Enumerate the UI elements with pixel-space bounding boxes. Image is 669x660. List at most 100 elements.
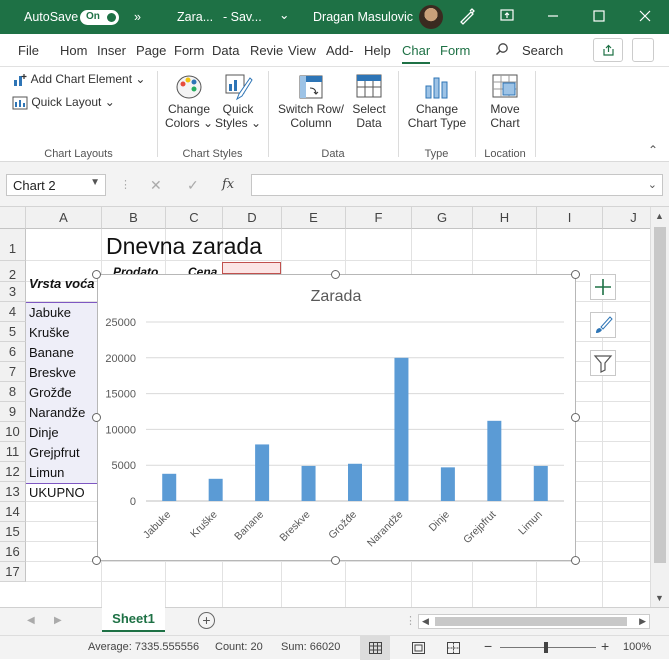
tab-data[interactable]: Data — [212, 43, 239, 58]
close-icon[interactable] — [635, 7, 655, 27]
expand-formula-icon[interactable]: ⌄ — [648, 178, 657, 191]
resize-handle[interactable] — [92, 413, 101, 422]
next-sheet-icon[interactable]: ▶ — [54, 615, 62, 626]
cell-a8[interactable]: Narandže — [29, 405, 85, 420]
resize-handle[interactable] — [571, 413, 580, 422]
row-header-4[interactable]: 4 — [0, 302, 26, 322]
page-break-icon[interactable] — [447, 642, 460, 654]
cell-a5[interactable]: Banane — [29, 345, 74, 360]
user-name[interactable]: Dragan Masulovic — [313, 10, 413, 24]
row-header-3[interactable]: 3 — [0, 282, 26, 302]
zoom-slider-thumb[interactable] — [544, 642, 548, 653]
page-layout-icon[interactable] — [412, 642, 425, 654]
row-header-8[interactable]: 8 — [0, 382, 26, 402]
scroll-right-icon[interactable]: ▶ — [639, 616, 646, 627]
chart-bar[interactable] — [162, 473, 177, 501]
chart-elements-button[interactable] — [590, 274, 616, 300]
vertical-scrollbar[interactable]: ▲ ▼ — [650, 207, 669, 607]
tab-page-layout[interactable]: Page — [136, 43, 166, 58]
chart-filters-button[interactable] — [590, 350, 616, 376]
chart-bar[interactable] — [208, 478, 223, 501]
tab-review[interactable]: Revie — [250, 43, 283, 58]
qat-more-button[interactable]: » — [134, 10, 141, 24]
scroll-up-icon[interactable]: ▲ — [655, 211, 664, 221]
cell-a11[interactable]: Limun — [29, 465, 64, 480]
maximize-icon[interactable] — [589, 7, 609, 27]
resize-handle[interactable] — [571, 556, 580, 565]
avatar[interactable] — [419, 5, 443, 29]
column-header-f[interactable]: F — [346, 207, 412, 229]
chevron-down-icon[interactable]: ▼ — [90, 177, 100, 188]
row-header-6[interactable]: 6 — [0, 342, 26, 362]
h-scroll-thumb[interactable] — [435, 617, 627, 626]
tab-home[interactable]: Hom — [60, 43, 87, 58]
row-header-5[interactable]: 5 — [0, 322, 26, 342]
title-dropdown-icon[interactable]: ⌄ — [279, 7, 289, 22]
column-header-c[interactable]: C — [166, 207, 223, 229]
tab-insert[interactable]: Inser — [97, 43, 126, 58]
row-header-1[interactable]: 1 — [0, 229, 26, 261]
column-header-a[interactable]: A — [26, 207, 102, 229]
quick-layout-button[interactable]: Quick Layout ⌄ — [12, 95, 115, 110]
collapse-ribbon-icon[interactable]: ⌃ — [648, 143, 658, 157]
row-header-10[interactable]: 10 — [0, 422, 26, 442]
sheet-tab-sheet1[interactable]: Sheet1 — [102, 607, 165, 632]
change-colors-button[interactable]: Change Colors ⌄ — [164, 72, 214, 144]
chart-bar[interactable] — [440, 467, 455, 501]
chart-bar[interactable] — [394, 357, 409, 501]
resize-handle[interactable] — [331, 270, 340, 279]
chart-bar[interactable] — [487, 420, 502, 501]
tab-chart-design[interactable]: Char — [402, 43, 431, 64]
tab-addins[interactable]: Add- — [326, 43, 353, 58]
row-header-14[interactable]: 14 — [0, 502, 26, 522]
column-header-d[interactable]: D — [223, 207, 282, 229]
cell-a6[interactable]: Breskve — [29, 365, 76, 380]
chart-bar[interactable] — [255, 444, 270, 501]
prev-sheet-icon[interactable]: ◀ — [27, 615, 35, 626]
formula-input[interactable]: ⌄ — [251, 174, 663, 196]
resize-handle[interactable] — [92, 556, 101, 565]
horizontal-scrollbar[interactable]: ◀ ▶ — [418, 614, 650, 629]
zoom-in-button[interactable]: + — [601, 638, 609, 654]
column-header-j[interactable]: J — [603, 207, 650, 229]
column-header-e[interactable]: E — [282, 207, 346, 229]
chart-title[interactable]: Zarada — [311, 288, 362, 305]
zoom-slider[interactable] — [500, 647, 596, 648]
cell-a9[interactable]: Dinje — [29, 425, 59, 440]
resize-handle[interactable] — [331, 556, 340, 565]
row-header-12[interactable]: 12 — [0, 462, 26, 482]
row-header-9[interactable]: 9 — [0, 402, 26, 422]
chart-styles-button[interactable] — [590, 312, 616, 338]
chart-bar[interactable] — [301, 465, 316, 501]
chart-bar[interactable] — [348, 463, 362, 501]
cell-a12[interactable]: UKUPNO — [29, 485, 85, 500]
select-data-button[interactable]: Select Data — [348, 72, 390, 144]
cell-a10[interactable]: Grejpfrut — [29, 445, 80, 460]
row-header-7[interactable]: 7 — [0, 362, 26, 382]
cell-a2[interactable]: Vrsta voća — [29, 276, 95, 291]
document-title[interactable]: Zara... — [177, 10, 213, 24]
chart-bar[interactable] — [533, 465, 548, 501]
zoom-level[interactable]: 100% — [623, 641, 651, 653]
minimize-icon[interactable] — [543, 7, 563, 27]
ribbon-display-icon[interactable] — [497, 7, 517, 27]
row-header-17[interactable]: 17 — [0, 562, 26, 582]
row-header-13[interactable]: 13 — [0, 482, 26, 502]
change-chart-type-button[interactable]: Change Chart Type — [405, 72, 469, 144]
autosave-toggle[interactable]: On — [80, 10, 119, 25]
row-header-11[interactable]: 11 — [0, 442, 26, 462]
select-all-corner[interactable] — [0, 207, 26, 229]
insert-function-button[interactable]: fx — [222, 177, 234, 192]
tab-file[interactable]: File — [18, 43, 39, 58]
scroll-down-icon[interactable]: ▼ — [655, 593, 664, 603]
share-button[interactable] — [593, 38, 623, 62]
comments-button[interactable] — [632, 38, 654, 62]
column-header-b[interactable]: B — [102, 207, 166, 229]
add-sheet-button[interactable]: + — [198, 612, 215, 629]
tab-formulas[interactable]: Form — [174, 43, 204, 58]
cell-a4[interactable]: Kruške — [29, 325, 69, 340]
search-icon[interactable] — [495, 42, 509, 59]
column-header-g[interactable]: G — [412, 207, 473, 229]
switch-row-column-button[interactable]: Switch Row/ Column — [276, 72, 346, 144]
cell-a7[interactable]: Grožđe — [29, 385, 72, 400]
